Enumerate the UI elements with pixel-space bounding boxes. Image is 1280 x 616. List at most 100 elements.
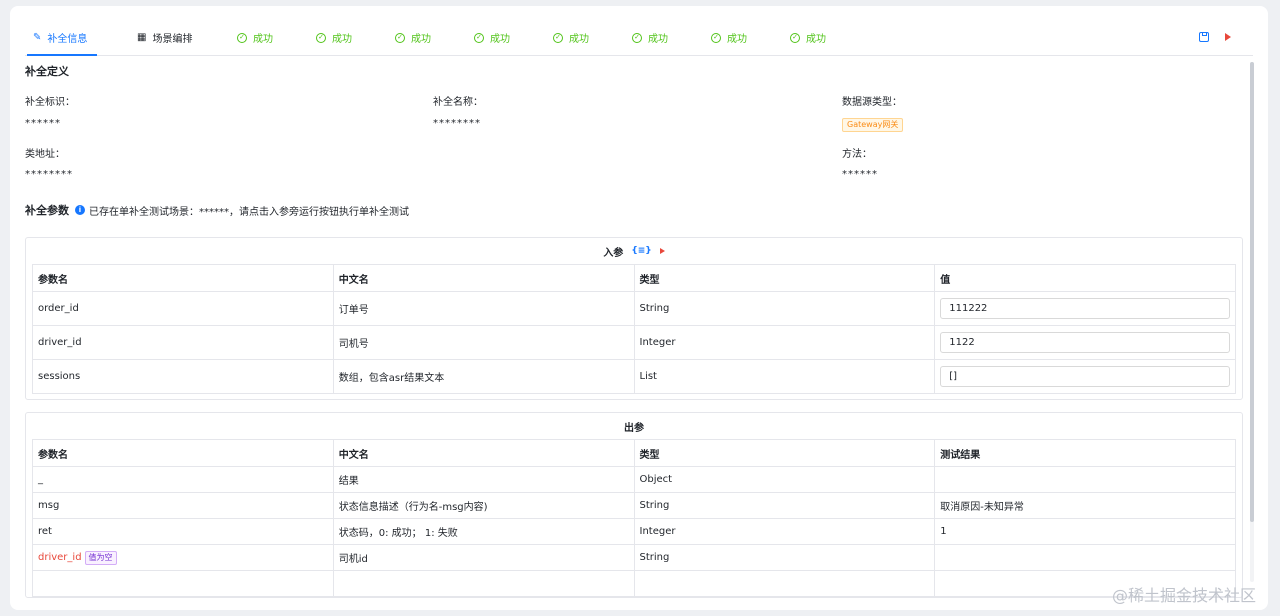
main-card: ✎ 补全信息 ▦ 场景编排 ✓ 成功 ✓ 成功 ✓ 成功 ✓ 成功 ✓ 成功 ✓ 成功 ✓ 成… — [10, 6, 1268, 610]
tab-bar: ✎ 补全信息 ▦ 场景编排 ✓ 成功 ✓ 成功 ✓ 成功 ✓ 成功 ✓ 成功 ✓ 成功 ✓ 成… — [25, 20, 1253, 56]
col-header: 类型 — [633, 264, 936, 292]
param-value-input[interactable]: 1122 — [940, 332, 1230, 353]
tab-success-4[interactable]: ✓ 成功 — [474, 20, 510, 55]
output-caption-label: 出参 — [624, 422, 644, 434]
check-circle-icon: ✓ — [316, 32, 326, 43]
tab-label: 成功 — [648, 34, 668, 45]
param-cn: 状态码，0: 成功； 1: 失败 — [332, 518, 635, 545]
info-icon: i — [75, 205, 85, 215]
check-circle-icon: ✓ — [237, 32, 247, 43]
param-name: sessions — [32, 359, 334, 394]
tab-success-1[interactable]: ✓ 成功 — [237, 20, 273, 55]
params-header: 补全参数 i 已存在单补全测试场景：******，请点击入参旁运行按钮执行单补全… — [25, 202, 409, 218]
tab-label: 补全信息 — [47, 34, 88, 45]
param-type: String — [633, 544, 936, 571]
scrollbar-thumb[interactable] — [1250, 62, 1254, 522]
grid-icon: ▦ — [137, 32, 147, 43]
col-header: 值 — [934, 264, 1236, 292]
col-header: 测试结果 — [934, 439, 1236, 467]
tab-label: 成功 — [806, 34, 826, 45]
test-result: 1 — [934, 518, 1236, 545]
tab-label: 成功 — [411, 34, 431, 45]
tab-label: 成功 — [727, 34, 747, 45]
tab-success-3[interactable]: ✓ 成功 — [395, 20, 431, 55]
test-result — [934, 544, 1236, 571]
input-caption: 入参 {≡} — [26, 238, 1242, 264]
param-type: String — [633, 291, 936, 326]
table-row: driver_id 值为空 司机id String — [32, 544, 1236, 571]
watermark: @稀土掘金技术社区 — [1111, 586, 1256, 605]
output-params-table: 出参 参数名 中文名 类型 测试结果 _ 结果 Object msg 状态信息描… — [25, 412, 1243, 598]
col-header: 中文名 — [332, 439, 635, 467]
table-row: driver_id 司机号 Integer 1122 — [32, 325, 1236, 360]
check-circle-icon: ✓ — [553, 32, 563, 43]
param-cn: 司机号 — [332, 325, 635, 360]
param-type: Object — [633, 466, 936, 493]
col-header: 类型 — [633, 439, 936, 467]
param-name: ret — [32, 518, 334, 545]
tab-success-6[interactable]: ✓ 成功 — [632, 20, 668, 55]
tab-label: 场景编排 — [152, 34, 193, 45]
tab-success-5[interactable]: ✓ 成功 — [553, 20, 589, 55]
tab-label: 成功 — [253, 34, 273, 45]
table-row: sessions 数组，包含asr结果文本 List [] — [32, 359, 1236, 394]
params-note: 已存在单补全测试场景：******，请点击入参旁运行按钮执行单补全测试 — [89, 206, 409, 218]
tab-completion-info[interactable]: ✎ 补全信息 — [26, 20, 98, 56]
save-icon[interactable] — [1199, 32, 1209, 42]
run-input-icon[interactable] — [659, 248, 665, 254]
output-caption: 出参 — [26, 413, 1242, 439]
scrollbar[interactable] — [1250, 62, 1254, 582]
table-row — [32, 570, 1236, 597]
param-value-input[interactable]: [] — [940, 366, 1230, 387]
id-value: ****** — [25, 118, 61, 129]
params-title: 补全参数 — [25, 204, 69, 217]
table-row: order_id 订单号 String 111222 — [32, 291, 1236, 326]
param-type: List — [633, 359, 936, 394]
param-type: Integer — [633, 325, 936, 360]
param-cn: 结果 — [332, 466, 635, 493]
input-params-table: 入参 {≡} 参数名 中文名 类型 值 order_id 订单号 String … — [25, 237, 1243, 400]
param-name: driver_id — [38, 551, 82, 563]
id-label: 补全标识： — [25, 97, 75, 108]
check-circle-icon: ✓ — [711, 32, 721, 43]
input-caption-label: 入参 — [603, 247, 624, 259]
empty-value-tag: 值为空 — [84, 550, 117, 565]
test-result: 取消原因-未知异常 — [934, 492, 1236, 519]
check-circle-icon: ✓ — [474, 32, 484, 43]
param-cn: 状态信息描述（行为名-msg内容) — [332, 492, 635, 519]
param-type: Integer — [633, 518, 936, 545]
param-value-input[interactable]: 111222 — [940, 298, 1230, 319]
tab-label: 成功 — [332, 34, 352, 45]
definition-title: 补全定义 — [25, 65, 69, 78]
test-result — [934, 466, 1236, 493]
param-cn: 订单号 — [332, 291, 635, 326]
method-label: 方法： — [842, 149, 872, 160]
param-cn: 数组，包含asr结果文本 — [332, 359, 635, 394]
class-value: ******** — [25, 169, 73, 180]
source-label: 数据源类型： — [842, 97, 902, 108]
run-icon[interactable] — [1225, 33, 1231, 41]
class-label: 类地址： — [25, 149, 65, 160]
table-row: msg 状态信息描述（行为名-msg内容) String 取消原因-未知异常 — [32, 492, 1236, 519]
col-header: 参数名 — [32, 439, 334, 467]
tab-scene-orchestration[interactable]: ▦ 场景编排 — [137, 20, 192, 55]
name-label: 补全名称： — [433, 97, 483, 108]
tab-label: 成功 — [569, 34, 589, 45]
tab-success-7[interactable]: ✓ 成功 — [711, 20, 747, 55]
param-name: driver_id — [32, 325, 334, 360]
param-type: String — [633, 492, 936, 519]
check-circle-icon: ✓ — [632, 32, 642, 43]
col-header: 中文名 — [332, 264, 635, 292]
col-header: 参数名 — [32, 264, 334, 292]
pen-icon: ✎ — [33, 32, 42, 43]
param-name: order_id — [32, 291, 334, 326]
tab-label: 成功 — [490, 34, 510, 45]
format-icon[interactable]: {≡} — [631, 246, 651, 256]
check-circle-icon: ✓ — [790, 32, 800, 43]
tab-success-2[interactable]: ✓ 成功 — [316, 20, 352, 55]
source-tag: Gateway网关 — [842, 118, 904, 132]
param-name: _ — [32, 466, 334, 493]
param-name: msg — [32, 492, 334, 519]
tab-success-8[interactable]: ✓ 成功 — [790, 20, 826, 55]
name-value: ******** — [433, 118, 481, 129]
